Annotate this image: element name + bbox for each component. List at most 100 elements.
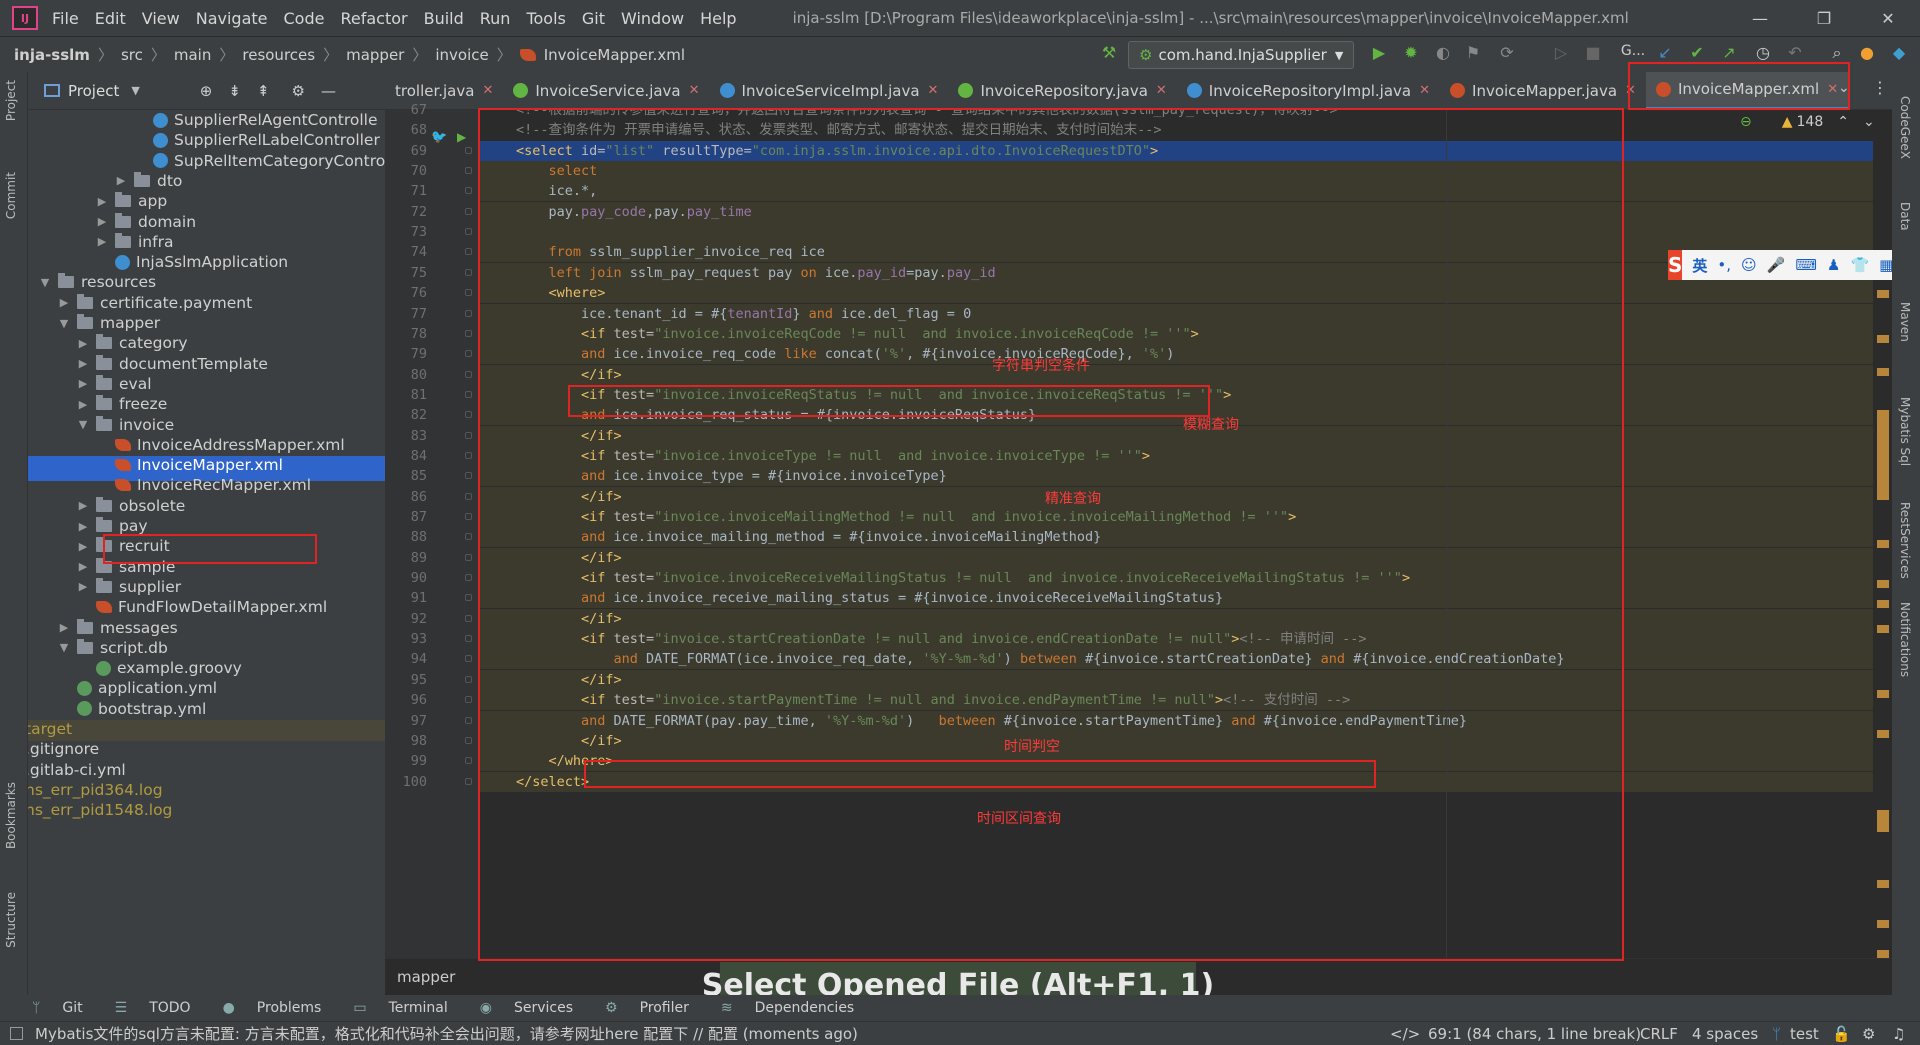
- fold-marker-icon[interactable]: [465, 350, 472, 357]
- run-configuration-select[interactable]: ⚙ com.hand.InjaSupplier ▼: [1128, 41, 1355, 69]
- tree-node[interactable]: InvoiceMapper.xml: [95, 455, 283, 475]
- error-stripe-mark[interactable]: [1877, 600, 1889, 608]
- tree-node[interactable]: SupplierRelLabelController: [133, 130, 380, 150]
- menu-run[interactable]: Run: [480, 9, 511, 28]
- menu-code[interactable]: Code: [284, 9, 325, 28]
- chevron-right-icon[interactable]: ▶: [57, 296, 71, 309]
- fold-marker-icon[interactable]: [465, 554, 472, 561]
- chevron-right-icon[interactable]: ▶: [95, 195, 109, 208]
- menu-view[interactable]: View: [142, 9, 180, 28]
- fold-marker-icon[interactable]: [465, 472, 472, 479]
- tool-terminal[interactable]: ▭ Terminal: [337, 1000, 447, 1016]
- tree-node[interactable]: ▼ resources: [38, 272, 156, 292]
- menu-help[interactable]: Help: [700, 9, 736, 28]
- tree-node[interactable]: ▶ dto: [114, 171, 182, 191]
- lock-icon[interactable]: 🔓: [1832, 1025, 1851, 1043]
- tree-node[interactable]: target: [28, 719, 72, 739]
- tree-node[interactable]: SupplierRelAgentControlle: [133, 110, 378, 130]
- skin-icon[interactable]: 👕: [1850, 256, 1869, 274]
- chevron-right-icon[interactable]: ▶: [76, 357, 90, 370]
- gear-icon[interactable]: ⚙: [292, 82, 305, 100]
- tool-profiler[interactable]: ⚙ Profiler: [589, 1000, 689, 1016]
- menu-tools[interactable]: Tools: [526, 9, 565, 28]
- fold-marker-icon[interactable]: [465, 310, 472, 317]
- tree-node[interactable]: ▶ messages: [57, 618, 178, 638]
- input-method-toolbar[interactable]: S 英 •, ☺ 🎤 ⌨ ♟ 👕 ▦: [1668, 250, 1893, 280]
- tree-node[interactable]: ▶ freeze: [76, 394, 167, 414]
- run-gutter-icon[interactable]: ▶: [457, 130, 466, 144]
- menu-build[interactable]: Build: [424, 9, 464, 28]
- tree-node[interactable]: application.yml: [57, 678, 217, 698]
- close-tab-icon[interactable]: ✕: [1156, 83, 1167, 98]
- debug-icon[interactable]: ✹: [1400, 43, 1422, 65]
- line-separator[interactable]: CRLF: [1640, 1025, 1678, 1043]
- fold-marker-icon[interactable]: [465, 696, 472, 703]
- run-icon[interactable]: ▶: [1368, 43, 1390, 65]
- fold-marker-icon[interactable]: [465, 248, 472, 255]
- stop-icon[interactable]: ■: [1582, 43, 1604, 65]
- project-tool-button[interactable]: Project: [4, 80, 18, 121]
- tree-node[interactable]: .gitignore: [28, 739, 99, 759]
- chevron-down-icon[interactable]: ▼: [57, 317, 71, 330]
- tree-node[interactable]: ▼ script.db: [57, 638, 168, 658]
- tree-node[interactable]: InvoiceAddressMapper.xml: [95, 435, 345, 455]
- tree-node[interactable]: .gitlab-ci.yml: [28, 760, 126, 780]
- structure-tool-button[interactable]: Structure: [4, 892, 18, 948]
- fold-marker-icon[interactable]: [465, 574, 472, 581]
- tree-node[interactable]: ▼ mapper: [57, 313, 160, 333]
- chevron-right-icon[interactable]: ▶: [76, 540, 90, 553]
- error-stripe-mark[interactable]: [1877, 690, 1889, 698]
- commit-tool-button[interactable]: Commit: [4, 172, 18, 219]
- fold-marker-icon[interactable]: [465, 717, 472, 724]
- chevron-right-icon[interactable]: ▶: [114, 174, 128, 187]
- tool-git[interactable]: ᛘ Git: [16, 1000, 83, 1016]
- breadcrumb-item[interactable]: InvoiceMapper.xml: [544, 46, 685, 64]
- breadcrumb-item[interactable]: resources: [242, 46, 315, 64]
- plugin-icon[interactable]: ◆: [1888, 43, 1910, 65]
- fold-marker-icon[interactable]: [465, 676, 472, 683]
- fold-marker-icon[interactable]: [465, 493, 472, 500]
- menu-window[interactable]: Window: [621, 9, 684, 28]
- expand-all-icon[interactable]: ⇟: [228, 82, 241, 100]
- tool-todo[interactable]: ☰ TODO: [99, 1000, 191, 1016]
- chevron-right-icon[interactable]: ▶: [57, 621, 71, 634]
- tree-node[interactable]: ▶ obsolete: [76, 496, 185, 516]
- fold-marker-icon[interactable]: [465, 371, 472, 378]
- fold-marker-icon[interactable]: [465, 737, 472, 744]
- fold-marker-icon[interactable]: [465, 167, 472, 174]
- tree-node[interactable]: ▶ domain: [95, 212, 196, 232]
- menu-refactor[interactable]: Refactor: [340, 9, 407, 28]
- close-tab-icon[interactable]: ✕: [689, 83, 700, 98]
- error-stripe-mark[interactable]: [1877, 730, 1889, 738]
- right-tool-data[interactable]: Data: [1898, 202, 1912, 231]
- fold-marker-icon[interactable]: [465, 513, 472, 520]
- minimize-icon[interactable]: —: [1728, 9, 1792, 28]
- tree-node[interactable]: InvoiceRecMapper.xml: [95, 475, 311, 495]
- right-tool-codegeex[interactable]: CodeGeeX: [1898, 96, 1912, 159]
- tree-node[interactable]: ▶ app: [95, 191, 167, 211]
- tab-invoiceserviceimpl-java[interactable]: InvoiceServiceImpl.java ✕: [710, 72, 949, 109]
- chevron-right-icon[interactable]: ▶: [76, 377, 90, 390]
- tree-node[interactable]: SupRelItemCategoryContro: [133, 151, 385, 171]
- error-stripe-mark[interactable]: [1877, 580, 1889, 588]
- fold-marker-icon[interactable]: [465, 147, 472, 154]
- chevron-right-icon[interactable]: ▶: [76, 520, 90, 533]
- error-stripe-mark[interactable]: [1877, 540, 1889, 548]
- tree-node[interactable]: ▶ pay: [76, 516, 148, 536]
- git-branch[interactable]: test: [1790, 1025, 1819, 1043]
- error-stripe-mark[interactable]: [1877, 368, 1889, 376]
- breadcrumb-item[interactable]: inja-sslm: [14, 46, 90, 64]
- chevron-right-icon[interactable]: ▶: [76, 337, 90, 350]
- error-stripe-mark[interactable]: [1877, 920, 1889, 928]
- tab-invoicerepository-java[interactable]: InvoiceRepository.java ✕: [948, 72, 1176, 109]
- fold-marker-icon[interactable]: [465, 269, 472, 276]
- editor-breadcrumb-item[interactable]: mapper: [397, 968, 455, 986]
- menu-navigate[interactable]: Navigate: [196, 9, 268, 28]
- tree-node[interactable]: FundFlowDetailMapper.xml: [76, 597, 327, 617]
- tree-node[interactable]: example.groovy: [76, 658, 242, 678]
- error-stripe[interactable]: [1873, 110, 1892, 958]
- coverage-icon[interactable]: ◐: [1432, 43, 1454, 65]
- menu-edit[interactable]: Edit: [95, 9, 126, 28]
- microphone-icon[interactable]: 🎤: [1767, 256, 1786, 274]
- tree-node[interactable]: hs_err_pid1548.log: [28, 800, 172, 820]
